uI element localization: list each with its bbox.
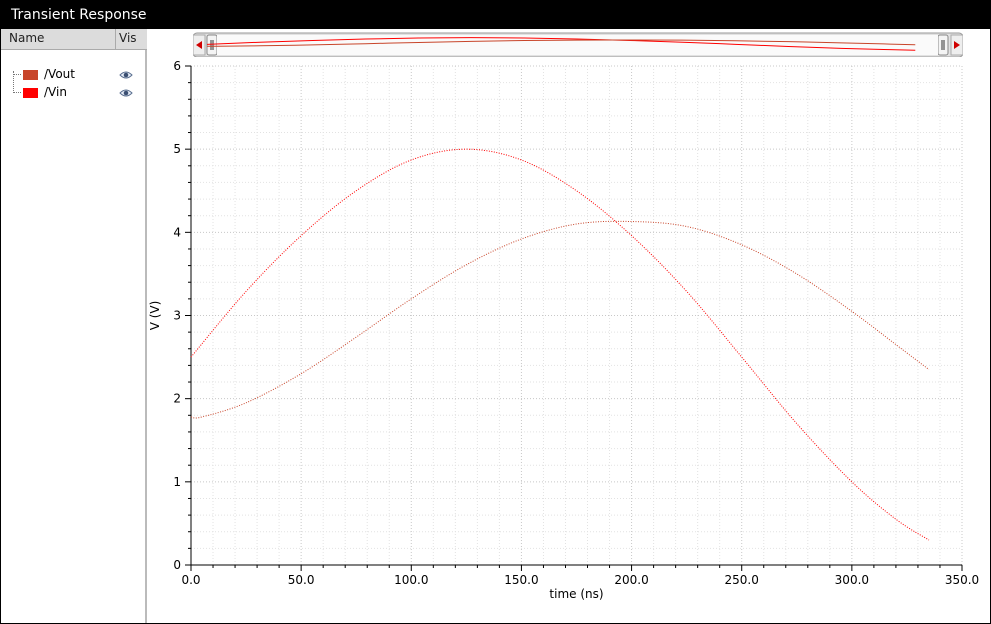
y-tick-label: 6 [173, 59, 181, 73]
y-tick-label: 2 [173, 392, 181, 406]
signal-label: /Vin [44, 85, 67, 99]
axes [185, 65, 963, 571]
x-tick-label: 0.0 [181, 573, 200, 587]
x-tick-label: 200.0 [614, 573, 648, 587]
y-axis-label: V (V) [148, 301, 162, 331]
x-tick-label: 300.0 [835, 573, 869, 587]
grid [190, 65, 963, 566]
x-tick-label: 250.0 [725, 573, 759, 587]
trace-vin [190, 148, 930, 541]
transient-response-window: Transient Response Name Vis /Vout /Vin 0… [0, 0, 991, 624]
tree-connector [13, 74, 21, 75]
x-tick-labels: 0.0 50.0 100.0 150.0 200.0 250.0 300.0 350.0 [181, 573, 979, 587]
tree-connector [13, 92, 21, 93]
eye-icon[interactable] [119, 69, 133, 83]
plot-area: 0.0 50.0 100.0 150.0 200.0 250.0 300.0 350.0 0 1… [147, 29, 990, 623]
trace-vout [190, 220, 930, 419]
overview-scrollbar[interactable] [193, 31, 963, 57]
signal-item-vin[interactable]: /Vin [13, 85, 143, 101]
range-handle-left[interactable] [206, 34, 218, 56]
y-tick-label: 5 [173, 142, 181, 156]
eye-icon[interactable] [119, 87, 133, 101]
signal-list-panel: Name Vis /Vout /Vin [1, 29, 147, 623]
x-axis-label: time (ns) [549, 587, 603, 601]
column-header-name[interactable]: Name [9, 31, 44, 45]
x-tick-label: 150.0 [504, 573, 538, 587]
y-tick-labels: 0 1 2 3 4 5 6 [173, 59, 181, 572]
y-tick-label: 0 [173, 558, 181, 572]
waveform-chart: 0.0 50.0 100.0 150.0 200.0 250.0 300.0 350.0 0 1… [148, 59, 979, 601]
range-handle-right[interactable] [937, 34, 949, 56]
x-tick-label: 100.0 [394, 573, 428, 587]
column-header-vis[interactable]: Vis [119, 31, 137, 45]
signal-label: /Vout [44, 67, 75, 81]
color-swatch [23, 88, 38, 98]
signal-list-header: Name Vis [1, 29, 147, 50]
window-title: Transient Response [11, 7, 147, 23]
x-tick-label: 50.0 [288, 573, 315, 587]
y-tick-label: 1 [173, 475, 181, 489]
traces [190, 148, 930, 541]
x-tick-label: 350.0 [945, 573, 979, 587]
color-swatch [23, 70, 38, 80]
column-divider[interactable] [115, 29, 116, 49]
y-tick-label: 4 [173, 225, 181, 239]
signal-item-vout[interactable]: /Vout [13, 67, 143, 83]
title-bar: Transient Response [1, 1, 990, 29]
y-tick-label: 3 [173, 309, 181, 323]
